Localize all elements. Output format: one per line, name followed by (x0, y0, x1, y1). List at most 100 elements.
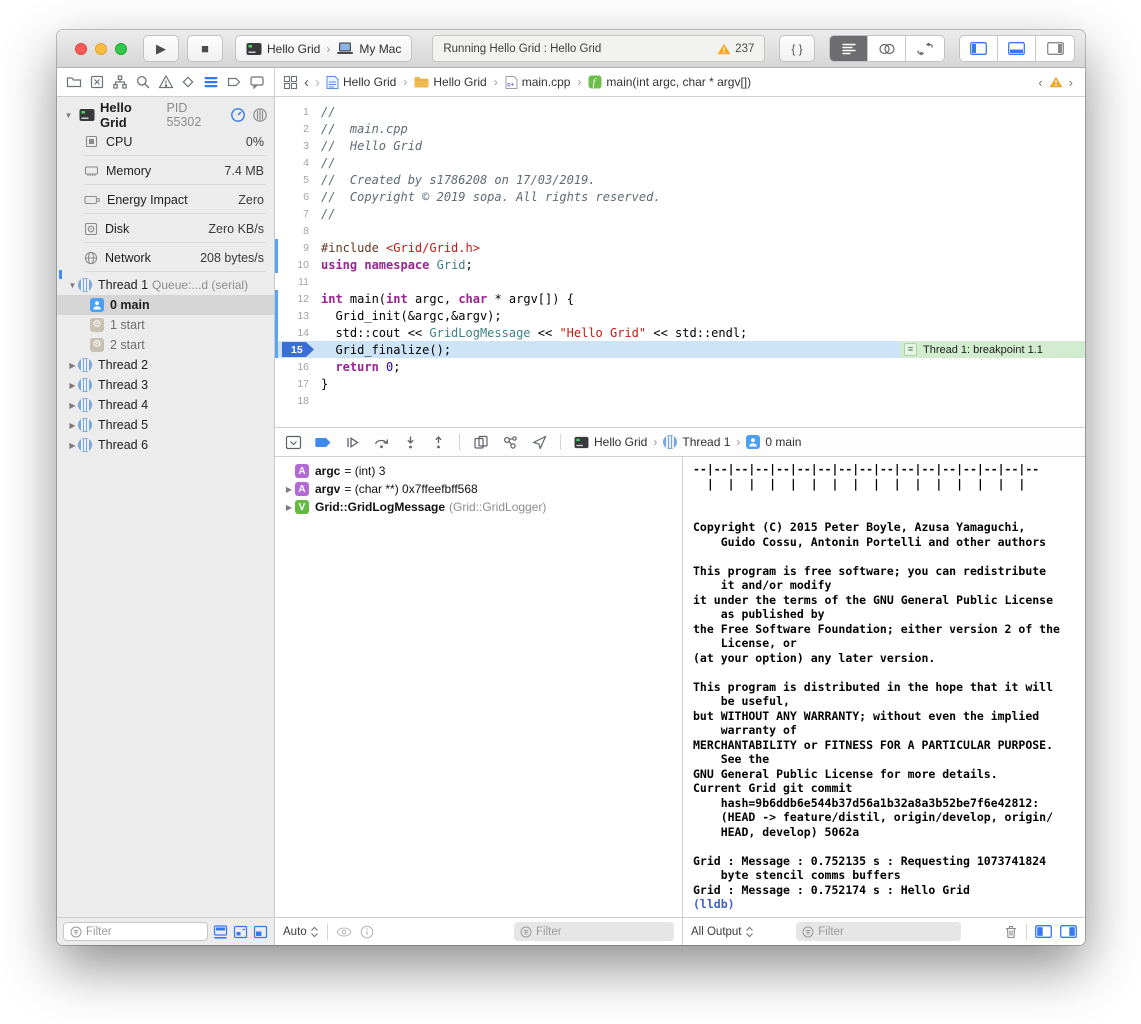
performance-gauge-icon[interactable] (230, 107, 246, 123)
debug-crumb-process[interactable]: Hello Grid (594, 435, 647, 449)
variables-scope-dropdown[interactable]: Auto (283, 926, 319, 938)
variables-view[interactable]: Aargc= (int) 3▶Aargv= (char **) 0x7ffeef… (275, 457, 683, 917)
code-line[interactable]: 1// (275, 103, 1085, 120)
disclosure-triangle-icon[interactable]: ▶ (67, 441, 78, 450)
code-line[interactable]: 2// main.cpp (275, 120, 1085, 137)
previous-issue-button[interactable]: ‹ (1038, 75, 1042, 90)
gauge-row-memory[interactable]: Memory7.4 MB (57, 156, 274, 185)
run-button[interactable]: ▶ (143, 35, 179, 62)
source-editor[interactable]: 1//2// main.cpp3// Hello Grid4//5// Crea… (275, 97, 1085, 427)
filter-crashed-threads-icon[interactable] (233, 925, 248, 939)
quicklook-eye-icon[interactable] (336, 926, 352, 938)
project-navigator-icon[interactable] (66, 74, 82, 90)
step-into-icon[interactable] (403, 435, 418, 450)
hide-debug-area-icon[interactable] (285, 435, 302, 450)
clear-console-trash-icon[interactable] (1004, 924, 1018, 939)
code-line[interactable]: 4// (275, 154, 1085, 171)
disclosure-triangle-icon[interactable]: ▶ (283, 503, 295, 512)
code-line[interactable]: 18 (275, 392, 1085, 409)
close-window-button[interactable] (75, 43, 87, 55)
step-over-icon[interactable] (373, 435, 390, 450)
variables-filter-input[interactable] (536, 926, 668, 938)
code-line[interactable]: 8 (275, 222, 1085, 239)
disclosure-triangle-icon[interactable]: ▶ (67, 381, 78, 390)
gauge-row-cpu[interactable]: CPU0% (57, 127, 274, 156)
assistant-editor-button[interactable] (868, 36, 906, 61)
warning-count-badge[interactable]: 237 (717, 43, 754, 55)
thread-row-4[interactable]: ▶Thread 4 (57, 395, 274, 415)
print-description-info-icon[interactable] (360, 925, 374, 939)
console-filter-field[interactable] (796, 922, 961, 941)
show-variables-view-toggle-icon[interactable] (1035, 925, 1052, 938)
thread-row-2[interactable]: ▶Thread 2 (57, 355, 274, 375)
code-line[interactable]: 7// (275, 205, 1085, 222)
stack-frame-row[interactable]: ⚙2 start (57, 335, 274, 355)
thread-row-6[interactable]: ▶Thread 6 (57, 435, 274, 455)
jumpbar-crumb-group[interactable]: Hello Grid (414, 75, 486, 89)
thread-row-1[interactable]: ▼Thread 1Queue:...d (serial) (57, 275, 274, 295)
variable-row[interactable]: ▶Aargv= (char **) 0x7ffeefbff568 (275, 480, 682, 498)
gauge-row-disk[interactable]: DiskZero KB/s (57, 214, 274, 243)
variables-filter-field[interactable] (514, 922, 674, 941)
test-navigator-icon[interactable] (180, 74, 196, 90)
jumpbar-crumb-file[interactable]: c+ main.cpp (505, 75, 571, 90)
navigator-filter-input[interactable] (86, 926, 201, 938)
go-forward-button[interactable]: › (315, 74, 320, 91)
stack-frame-row[interactable]: ⚙1 start (57, 315, 274, 335)
jumpbar-crumb-symbol[interactable]: f main(int argc, char * argv[]) (588, 75, 751, 89)
toggle-debug-area-button[interactable] (998, 36, 1036, 61)
simulate-location-icon[interactable] (532, 435, 547, 450)
gauge-row-network[interactable]: Network208 bytes/s (57, 243, 274, 272)
library-button[interactable]: { } (779, 35, 815, 62)
code-line[interactable]: 17} (275, 375, 1085, 392)
thread-row-5[interactable]: ▶Thread 5 (57, 415, 274, 435)
variable-row[interactable]: Aargc= (int) 3 (275, 462, 682, 480)
thread-strands-icon[interactable] (252, 107, 268, 123)
disclosure-triangle-icon[interactable]: ▼ (67, 281, 78, 290)
code-line[interactable]: 13 Grid_init(&argc,&argv); (275, 307, 1085, 324)
stop-button[interactable]: ■ (187, 35, 223, 62)
next-issue-button[interactable]: › (1069, 75, 1073, 90)
code-line[interactable]: 3// Hello Grid (275, 137, 1085, 154)
code-line[interactable]: 16 return 0; (275, 358, 1085, 375)
stack-frame-row[interactable]: 0 main (57, 295, 274, 315)
memory-graph-icon[interactable] (502, 435, 519, 450)
related-items-icon[interactable] (283, 75, 298, 90)
filter-stack-frames-icon[interactable] (253, 925, 268, 939)
zoom-window-button[interactable] (115, 43, 127, 55)
search-navigator-icon[interactable] (135, 74, 151, 90)
scheme-selector[interactable]: Hello Grid › My Mac (235, 35, 412, 62)
disclosure-triangle-icon[interactable]: ▶ (67, 361, 78, 370)
symbol-navigator-icon[interactable] (112, 74, 128, 90)
jumpbar-crumb-project[interactable]: Hello Grid (326, 75, 396, 90)
minimize-window-button[interactable] (95, 43, 107, 55)
version-editor-button[interactable] (906, 36, 944, 61)
toggle-inspector-panel-button[interactable] (1036, 36, 1074, 61)
process-row[interactable]: ▼ Hello Grid PID 55302 (57, 103, 274, 127)
debug-crumb-frame[interactable]: 0 main (765, 435, 801, 449)
toggle-navigator-panel-button[interactable] (960, 36, 998, 61)
code-line[interactable]: 11 (275, 273, 1085, 290)
disclosure-triangle-icon[interactable]: ▼ (63, 111, 74, 120)
breakpoint-indicator[interactable]: 15 (282, 342, 314, 357)
disclosure-triangle-icon[interactable]: ▶ (67, 401, 78, 410)
view-hierarchy-icon[interactable] (473, 435, 489, 450)
disclosure-triangle-icon[interactable]: ▶ (283, 485, 295, 494)
disclosure-triangle-icon[interactable]: ▶ (67, 421, 78, 430)
standard-editor-button[interactable] (830, 36, 868, 61)
debug-crumb-thread[interactable]: Thread 1 (682, 435, 730, 449)
show-console-toggle-icon[interactable] (1060, 925, 1077, 938)
thread-row-3[interactable]: ▶Thread 3 (57, 375, 274, 395)
console-filter-input[interactable] (818, 926, 955, 938)
breakpoint-navigator-icon[interactable] (226, 74, 242, 90)
lldb-prompt[interactable]: (lldb) (693, 897, 1085, 912)
code-line[interactable]: 6// Copyright © 2019 sopa. All rights re… (275, 188, 1085, 205)
code-line[interactable]: 5// Created by s1786208 on 17/03/2019. (275, 171, 1085, 188)
source-control-navigator-icon[interactable] (89, 74, 105, 90)
report-navigator-icon[interactable] (249, 74, 265, 90)
step-out-icon[interactable] (431, 435, 446, 450)
go-back-button[interactable]: ‹ (304, 74, 309, 91)
debug-navigator-icon[interactable] (203, 74, 219, 90)
issue-navigator-icon[interactable] (158, 74, 174, 90)
code-line[interactable]: 12int main(int argc, char * argv[]) { (275, 290, 1085, 307)
